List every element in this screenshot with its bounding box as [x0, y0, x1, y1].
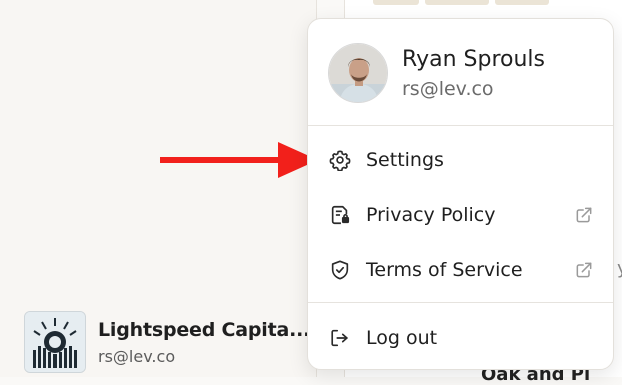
menu-item-label: Privacy Policy: [366, 204, 496, 226]
org-email: rs@lev.co: [98, 346, 176, 366]
background-text: y: [617, 258, 622, 279]
divider: [308, 302, 613, 303]
user-menu: Ryan Sprouls rs@lev.co Settings Privacy …: [307, 18, 614, 370]
menu-item-settings[interactable]: Settings: [308, 138, 613, 182]
annotation-arrow-icon: [160, 142, 318, 178]
tab-chip: [373, 0, 419, 5]
user-email: rs@lev.co: [402, 77, 494, 100]
sidebar: Lightspeed Capita... rs@lev.co: [0, 0, 317, 377]
menu-item-log-out[interactable]: Log out: [308, 316, 613, 360]
menu-item-label: Settings: [366, 149, 444, 171]
gear-icon: [328, 148, 352, 172]
logout-icon: [328, 326, 352, 350]
shield-check-icon: [328, 258, 352, 282]
org-name: Lightspeed Capita...: [98, 318, 311, 341]
menu-item-terms-of-service[interactable]: Terms of Service: [308, 248, 613, 292]
divider: [308, 125, 613, 126]
profile-header: Ryan Sprouls rs@lev.co: [328, 43, 545, 103]
tab-chip: [495, 0, 549, 5]
menu-item-label: Log out: [366, 327, 438, 349]
external-link-icon: [573, 204, 595, 226]
tab-chip: [425, 0, 489, 5]
document-lock-icon: [328, 203, 352, 227]
org-logo: [24, 311, 86, 373]
avatar: [328, 43, 388, 103]
external-link-icon: [573, 259, 595, 281]
org-switcher[interactable]: Lightspeed Capita... rs@lev.co: [24, 311, 310, 373]
menu-item-label: Terms of Service: [366, 259, 523, 281]
user-name: Ryan Sprouls: [402, 46, 545, 72]
menu-item-privacy-policy[interactable]: Privacy Policy: [308, 193, 613, 237]
